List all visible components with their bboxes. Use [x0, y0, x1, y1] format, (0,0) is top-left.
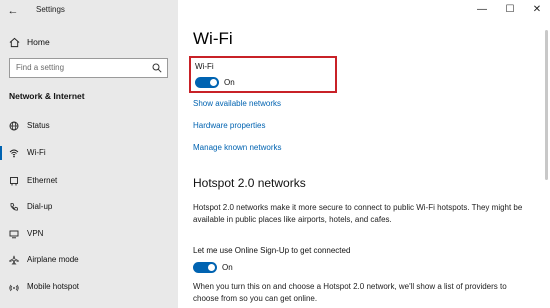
sidebar-item-label: Status: [27, 121, 50, 130]
sidebar-item-wifi[interactable]: Wi-Fi: [0, 143, 178, 163]
sidebar-item-label: Airplane mode: [27, 255, 79, 264]
sidebar-item-ethernet[interactable]: Ethernet: [0, 171, 178, 191]
app-title: Settings: [36, 5, 65, 14]
wifi-toggle-switch[interactable]: [195, 77, 219, 88]
sidebar-item-label: Dial-up: [27, 202, 53, 211]
globe-icon: [9, 121, 19, 131]
sidebar-item-vpn[interactable]: VPN: [0, 224, 178, 244]
sidebar-item-status[interactable]: Status: [0, 116, 178, 136]
sidebar-item-label: Wi-Fi: [27, 148, 46, 157]
hotspot-footer-text: When you turn this on and choose a Hotsp…: [193, 282, 507, 303]
sidebar-item-airplane[interactable]: Airplane mode: [0, 250, 178, 270]
show-available-networks-link[interactable]: Show available networks: [193, 99, 281, 108]
online-signup-toggle[interactable]: [193, 262, 217, 273]
ethernet-icon: [10, 177, 18, 186]
hardware-properties-link[interactable]: Hardware properties: [193, 121, 265, 130]
scrollbar[interactable]: [545, 30, 548, 180]
wifi-toggle-label: Wi-Fi: [195, 62, 214, 71]
sidebar-item-label: VPN: [27, 229, 44, 238]
close-button[interactable]: ✕: [527, 2, 547, 18]
wifi-toggle-state: On: [224, 78, 235, 87]
hotspot-description: Hotspot 2.0 networks make it more secure…: [193, 203, 523, 224]
minimize-button[interactable]: —: [472, 2, 492, 18]
home-label: Home: [27, 37, 50, 47]
back-arrow-icon[interactable]: ←: [6, 4, 20, 18]
window-controls: — ☐ ✕: [470, 0, 550, 22]
sidebar: ← Settings Home Find a setting Network &…: [0, 0, 178, 308]
main-content: — ☐ ✕ Wi-Fi Wi-Fi On Show available netw…: [178, 0, 550, 308]
airplane-icon: [9, 255, 19, 265]
phone-icon: [10, 203, 18, 211]
home-icon: [9, 37, 20, 48]
maximize-button[interactable]: ☐: [500, 2, 520, 18]
sidebar-item-dialup[interactable]: Dial-up: [0, 197, 178, 217]
search-placeholder: Find a setting: [16, 63, 65, 72]
search-icon[interactable]: [152, 63, 162, 73]
manage-known-networks-link[interactable]: Manage known networks: [193, 143, 282, 152]
sidebar-item-label: Mobile hotspot: [27, 282, 80, 291]
section-title: Network & Internet: [9, 91, 85, 101]
page-title: Wi-Fi: [193, 29, 233, 48]
sidebar-item-mobile-hotspot[interactable]: Mobile hotspot: [0, 277, 178, 297]
hotspot-section-title: Hotspot 2.0 networks: [193, 176, 306, 190]
online-signup-label: Let me use Online Sign-Up to get connect…: [193, 246, 351, 255]
wifi-icon: [9, 149, 19, 158]
vpn-icon: [9, 230, 19, 239]
hotspot-icon: [9, 284, 19, 292]
search-input[interactable]: Find a setting: [9, 58, 168, 78]
home-link[interactable]: Home: [0, 34, 178, 52]
online-signup-state: On: [222, 263, 233, 272]
sidebar-item-label: Ethernet: [27, 176, 58, 185]
